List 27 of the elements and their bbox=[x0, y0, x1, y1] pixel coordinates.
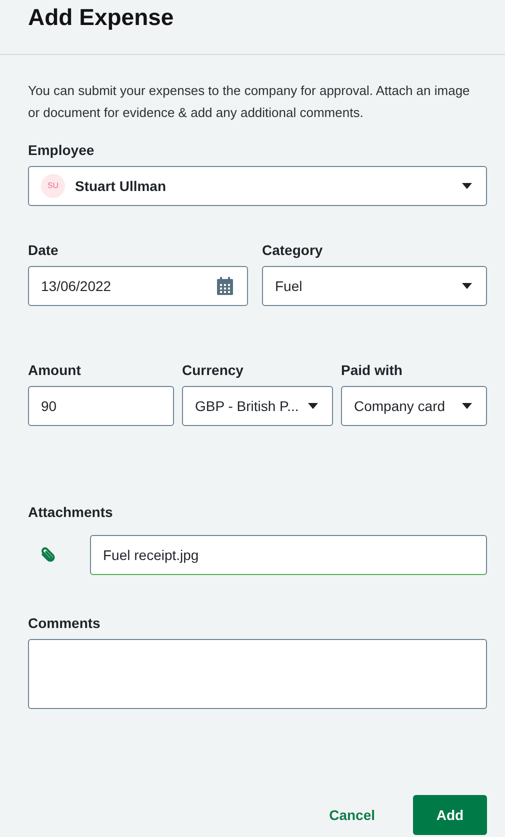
description: You can submit your expenses to the company for approval. Attach an image or document for evidence & add any additional comments. bbox=[28, 82, 471, 122]
calendar-icon bbox=[217, 277, 233, 295]
field-label: Date bbox=[28, 241, 60, 260]
attachment-field[interactable]: Fuel receipt.jpg bbox=[90, 535, 487, 575]
input-field[interactable]: 90 bbox=[28, 386, 174, 426]
add-button[interactable]: Add bbox=[413, 795, 487, 835]
employee-select[interactable]: SU Stuart Ullman bbox=[28, 166, 487, 206]
field-label: Comments bbox=[28, 614, 102, 633]
caret-icon bbox=[462, 283, 472, 289]
field-label: Currency bbox=[182, 361, 244, 380]
caret-icon bbox=[308, 403, 318, 409]
date-field[interactable]: 13/06/2022 bbox=[28, 266, 248, 306]
comments-field[interactable] bbox=[28, 639, 487, 709]
select-field[interactable]: GBP - British P... bbox=[182, 386, 333, 426]
avatar: SU bbox=[41, 174, 65, 198]
field-label: Employee bbox=[28, 141, 96, 160]
page-title: Add Expense bbox=[28, 3, 174, 32]
select-field[interactable]: Fuel bbox=[262, 266, 487, 306]
field-label: Attachments bbox=[28, 503, 114, 522]
select-field[interactable]: Company card bbox=[341, 386, 487, 426]
field-label: Paid with bbox=[341, 361, 404, 380]
caret-icon bbox=[462, 183, 472, 189]
employee-name: Stuart Ullman bbox=[75, 176, 168, 196]
cancel-button[interactable]: Cancel bbox=[329, 805, 375, 825]
field-label: Category bbox=[262, 241, 324, 260]
caret-icon bbox=[462, 403, 472, 409]
field-label: Amount bbox=[28, 361, 82, 380]
